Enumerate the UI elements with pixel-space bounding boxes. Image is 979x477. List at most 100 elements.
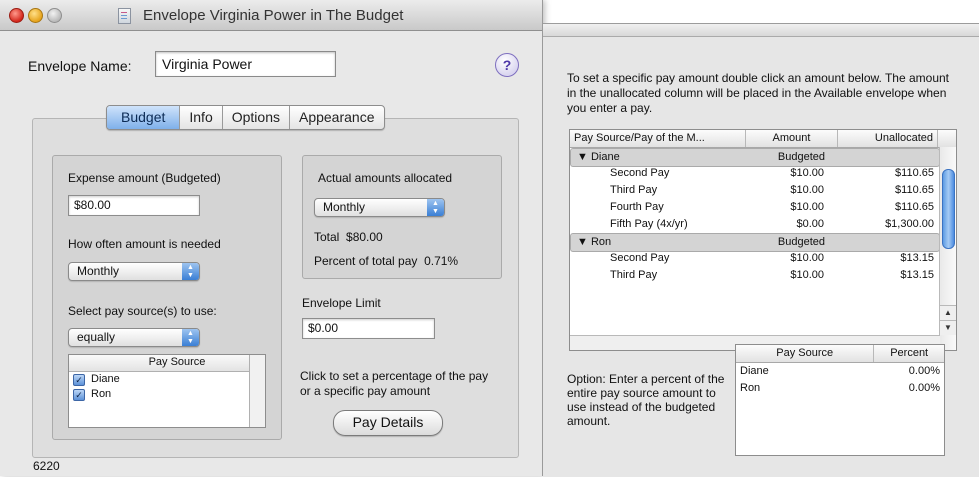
expense-amount-input[interactable]: $80.00 (68, 195, 200, 216)
envelope-limit-input[interactable]: $0.00 (302, 318, 435, 339)
pay-table-scrollbar[interactable]: ▲ ▼ (939, 147, 956, 350)
pay-row[interactable]: Fifth Pay (4x/yr) $0.00 $1,300.00 (570, 216, 956, 233)
popup-arrows-icon: ▲ ▼ (427, 199, 444, 216)
pay-amount[interactable]: $10.00 (746, 250, 838, 267)
actual-period-popup[interactable]: Monthly ▲ ▼ (314, 198, 445, 217)
pay-details-hint: Click to set a percentage of the pay or … (300, 369, 489, 398)
document-icon (118, 8, 131, 24)
pay-group-row[interactable]: ▼ Diane Budgeted (570, 148, 940, 167)
total-value: $80.00 (346, 230, 383, 244)
percent-value[interactable]: 0.00% (874, 380, 944, 397)
minimize-button[interactable] (28, 8, 43, 23)
tab-bar: Budget Info Options Appearance (106, 105, 385, 130)
option-text: Option: Enter a percent of the entire pa… (567, 372, 725, 428)
percent-row: Percent of total pay 0.71% (314, 254, 458, 268)
how-often-value: Monthly (77, 264, 120, 278)
percent-table: Pay Source Percent Diane 0.00% Ron 0.00% (735, 344, 945, 456)
pay-amount[interactable]: $0.00 (746, 216, 838, 233)
pay-amount[interactable]: $10.00 (746, 267, 838, 284)
pay-source-value: equally (77, 330, 116, 344)
pay-source-checkbox-ron[interactable]: ✓ (73, 388, 85, 401)
pay-unallocated: $110.65 (895, 167, 934, 179)
total-label: Total (314, 230, 340, 244)
total-row: Total $80.00 (314, 230, 383, 244)
pay-source-table: Pay Source ✓ Diane ✓ Ron (68, 354, 266, 428)
tab-info[interactable]: Info (179, 106, 221, 129)
pay-row[interactable]: Second Pay $10.00 $13.15 (570, 250, 956, 267)
envelope-name-input[interactable]: Virginia Power (155, 51, 336, 77)
actual-period-value: Monthly (323, 200, 366, 214)
envelope-limit-label: Envelope Limit (302, 296, 381, 310)
pay-name: Second Pay (610, 167, 670, 179)
percent-pay-source: Diane (740, 365, 769, 377)
scroll-down-arrow-icon[interactable]: ▼ (940, 320, 956, 335)
zoom-button[interactable] (47, 8, 62, 23)
pay-source-row: ✓ Diane (69, 372, 265, 387)
column-unallocated[interactable]: Unallocated (838, 130, 938, 147)
instructions-text: To set a specific pay amount double clic… (567, 71, 950, 115)
popup-arrows-icon: ▲ ▼ (182, 263, 199, 280)
pay-unallocated: $13.15 (900, 252, 934, 264)
pay-unallocated: $1,300.00 (885, 218, 934, 230)
pay-source-row: ✓ Ron (69, 387, 265, 402)
pay-name: Second Pay (610, 252, 670, 264)
pay-amount[interactable]: Budgeted (747, 234, 839, 251)
pay-source-scrollbar[interactable] (249, 355, 265, 427)
pay-details-button[interactable]: Pay Details (333, 410, 443, 436)
column-percent[interactable]: Percent (874, 345, 944, 362)
expense-amount-label: Expense amount (Budgeted) (68, 171, 221, 185)
envelope-dialog: Envelope Virginia Power in The Budget En… (0, 0, 543, 476)
percent-pay-source: Ron (740, 382, 761, 394)
pay-name: Fourth Pay (610, 201, 664, 213)
pay-amount[interactable]: $10.00 (746, 182, 838, 199)
pay-unallocated (839, 149, 939, 166)
pay-source-popup[interactable]: equally ▲ ▼ (68, 328, 200, 347)
percent-table-header: Pay Source Percent (736, 345, 944, 363)
status-number: 6220 (33, 459, 60, 473)
help-button[interactable]: ? (495, 53, 519, 77)
actual-amounts-label: Actual amounts allocated (318, 171, 453, 185)
title-bar: Envelope Virginia Power in The Budget (0, 0, 542, 31)
tab-appearance[interactable]: Appearance (288, 106, 384, 129)
tab-options[interactable]: Options (221, 106, 289, 129)
pay-name: ▼ Diane (577, 151, 620, 163)
tab-budget[interactable]: Budget (107, 106, 180, 129)
pay-row[interactable]: Third Pay $10.00 $110.65 (570, 182, 956, 199)
pay-amount[interactable]: Budgeted (747, 149, 839, 166)
pay-source-table-header: Pay Source (69, 355, 265, 372)
pay-row[interactable]: Fourth Pay $10.00 $110.65 (570, 199, 956, 216)
envelope-name-label: Envelope Name: (28, 58, 132, 74)
pay-group-row[interactable]: ▼ Ron Budgeted (570, 233, 940, 252)
percent-value[interactable]: 0.00% (874, 363, 944, 380)
column-pay-source[interactable]: Pay Source (736, 345, 875, 362)
pay-source-checkbox-diane[interactable]: ✓ (73, 373, 85, 386)
pay-amount[interactable]: $10.00 (746, 165, 838, 182)
scroll-up-arrow-icon[interactable]: ▲ (940, 305, 956, 320)
pay-source-name: Ron (91, 388, 112, 400)
pay-source-select-label: Select pay source(s) to use: (68, 304, 217, 318)
pay-unallocated: $110.65 (895, 184, 934, 196)
column-pay-source[interactable]: Pay Source/Pay of the M... (570, 130, 746, 147)
close-button[interactable] (9, 8, 24, 23)
pay-name: Third Pay (610, 269, 658, 281)
how-often-label: How often amount is needed (68, 237, 221, 251)
pay-name: Fifth Pay (4x/yr) (610, 218, 688, 230)
pay-row[interactable]: Second Pay $10.00 $110.65 (570, 165, 956, 182)
window-top-edge (543, 24, 979, 37)
popup-arrows-icon: ▲ ▼ (182, 329, 199, 346)
pay-unallocated: $13.15 (900, 269, 934, 281)
pay-unallocated: $110.65 (895, 201, 934, 213)
column-amount[interactable]: Amount (746, 130, 838, 147)
pay-amounts-table: Pay Source/Pay of the M... Amount Unallo… (569, 129, 957, 351)
percent-of-total-value: 0.71% (424, 254, 459, 268)
pay-row[interactable]: Third Pay $10.00 $13.15 (570, 267, 956, 284)
pay-details-window: To set a specific pay amount double clic… (543, 23, 979, 477)
scroll-thumb[interactable] (942, 169, 955, 249)
pay-amount[interactable]: $10.00 (746, 199, 838, 216)
pay-unallocated (839, 234, 939, 251)
percent-row[interactable]: Ron 0.00% (736, 380, 944, 397)
percent-row[interactable]: Diane 0.00% (736, 363, 944, 380)
pay-table-body: ▼ DianeBudgetedFirst Pay$10.00$110.63Sec… (570, 148, 956, 284)
how-often-popup[interactable]: Monthly ▲ ▼ (68, 262, 200, 281)
pay-name: Third Pay (610, 184, 658, 196)
